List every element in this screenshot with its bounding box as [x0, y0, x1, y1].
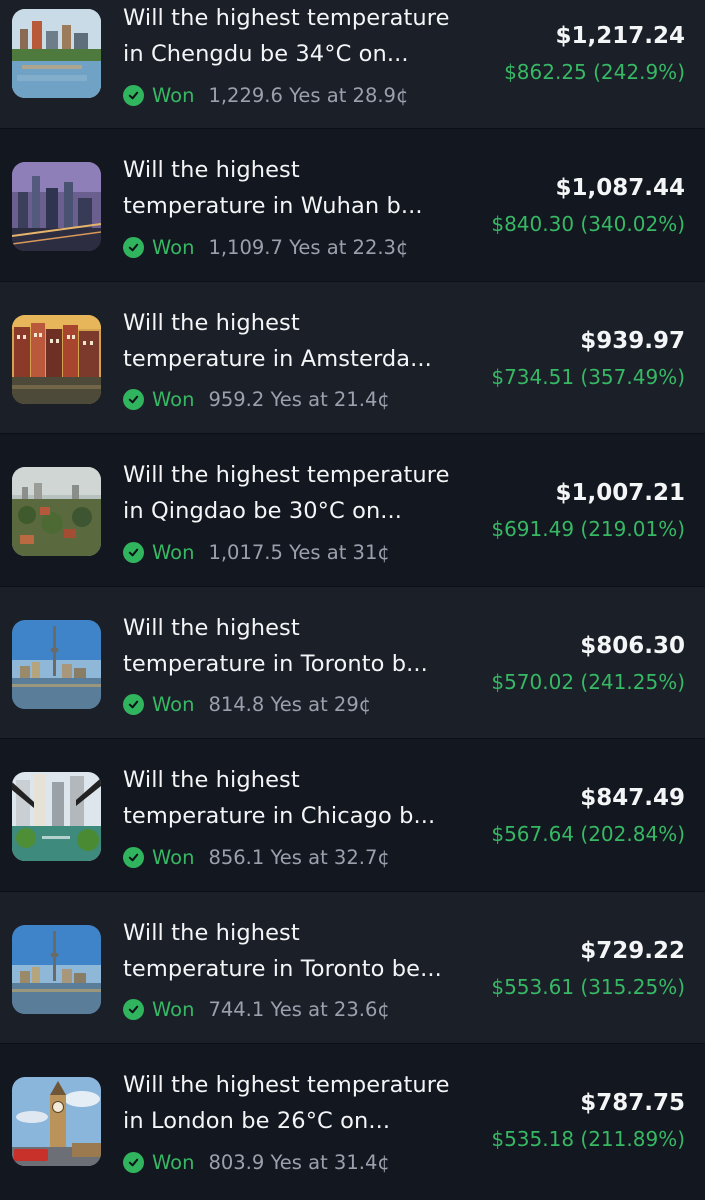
position-row-qingdao[interactable]: Will the highest temperature in Qingdao … [0, 434, 705, 587]
won-status: Won 856.1 Yes at 32.7¢ [123, 844, 390, 870]
market-title: Will the highest temperature in London b… [123, 1072, 450, 1134]
shares-summary: 959.2 Yes at 21.4¢ [208, 388, 390, 411]
won-status: Won 744.1 Yes at 23.6¢ [123, 997, 390, 1023]
position-row-chengdu[interactable]: Will the highest temperature in Chengdu … [0, 0, 705, 129]
profit-and-loss: $535.18 (211.89%) [491, 1127, 685, 1151]
wuhan-city-image [12, 162, 101, 251]
position-value: $1,087.44 [555, 175, 686, 201]
amsterdam-canal-houses-image [12, 314, 101, 404]
check-circle-icon [123, 236, 144, 258]
chengdu-city-image [12, 9, 101, 98]
market-title: Will the highest temperature in Qingdao … [123, 462, 450, 524]
positions-list: Will the highest temperature in Chengdu … [0, 0, 705, 1200]
shares-summary: 856.1 Yes at 32.7¢ [208, 845, 390, 869]
check-circle-icon [123, 694, 144, 715]
position-row-london[interactable]: Will the highest temperature in London b… [0, 1044, 705, 1197]
position-value: $787.75 [580, 1090, 685, 1116]
check-circle-icon [123, 389, 144, 410]
won-status: Won 959.2 Yes at 21.4¢ [123, 387, 390, 413]
profit-and-loss: $862.25 (242.9%) [504, 60, 685, 84]
won-label: Won [152, 693, 195, 716]
won-label: Won [152, 1150, 195, 1174]
shares-summary: 1,109.7 Yes at 22.3¢ [208, 235, 409, 259]
won-label: Won [152, 235, 195, 259]
market-title: Will the highest temperature in Chicago … [123, 767, 436, 829]
profit-and-loss: $691.49 (219.01%) [491, 517, 685, 541]
check-circle-icon [123, 999, 144, 1020]
profit-and-loss: $567.64 (202.84%) [491, 822, 685, 846]
position-value: $1,007.21 [555, 480, 686, 506]
position-value: $847.49 [580, 785, 685, 811]
won-label: Won [152, 998, 195, 1021]
won-status: Won 1,109.7 Yes at 22.3¢ [123, 234, 408, 260]
market-title: Will the highest temperature in Amsterda… [123, 309, 432, 372]
chicago-river-image [12, 772, 101, 861]
position-row-chicago[interactable]: Will the highest temperature in Chicago … [0, 739, 705, 892]
won-label: Won [152, 845, 195, 869]
shares-summary: 1,229.6 Yes at 28.9¢ [208, 83, 409, 107]
check-circle-icon [123, 846, 144, 868]
market-title: Will the highest temperature in Toronto … [123, 919, 442, 982]
won-label: Won [152, 83, 195, 107]
toronto-skyline-image [12, 619, 101, 709]
position-value: $1,217.24 [555, 23, 686, 49]
won-label: Won [152, 388, 195, 411]
market-title: Will the highest temperature in Wuhan b.… [123, 157, 423, 219]
shares-summary: 803.9 Yes at 31.4¢ [208, 1150, 390, 1174]
won-status: Won 1,229.6 Yes at 28.9¢ [123, 82, 408, 108]
profit-and-loss: $570.02 (241.25%) [491, 669, 685, 694]
qingdao-city-image [12, 467, 101, 556]
won-label: Won [152, 540, 195, 564]
position-row-toronto-2[interactable]: Will the highest temperature in Toronto … [0, 891, 705, 1044]
won-status: Won 1,017.5 Yes at 31¢ [123, 539, 390, 565]
shares-summary: 744.1 Yes at 23.6¢ [208, 998, 390, 1021]
london-big-ben-image [12, 1077, 101, 1166]
position-value: $806.30 [580, 632, 685, 659]
position-value: $939.97 [580, 327, 685, 354]
won-status: Won 803.9 Yes at 31.4¢ [123, 1149, 390, 1175]
position-row-toronto[interactable]: Will the highest temperature in Toronto … [0, 586, 705, 739]
shares-summary: 814.8 Yes at 29¢ [208, 693, 372, 716]
position-row-wuhan[interactable]: Will the highest temperature in Wuhan b.… [0, 129, 705, 282]
check-circle-icon [123, 1151, 144, 1173]
profit-and-loss: $734.51 (357.49%) [491, 364, 685, 389]
toronto-skyline-image [12, 924, 101, 1014]
position-value: $729.22 [580, 937, 685, 964]
check-circle-icon [123, 84, 144, 106]
market-title: Will the highest temperature in Toronto … [123, 614, 428, 677]
profit-and-loss: $840.30 (340.02%) [491, 212, 685, 236]
shares-summary: 1,017.5 Yes at 31¢ [208, 540, 390, 564]
market-title: Will the highest temperature in Chengdu … [123, 5, 450, 67]
check-circle-icon [123, 541, 144, 563]
position-row-amsterdam[interactable]: Will the highest temperature in Amsterda… [0, 281, 705, 434]
won-status: Won 814.8 Yes at 29¢ [123, 692, 371, 718]
profit-and-loss: $553.61 (315.25%) [491, 974, 685, 999]
